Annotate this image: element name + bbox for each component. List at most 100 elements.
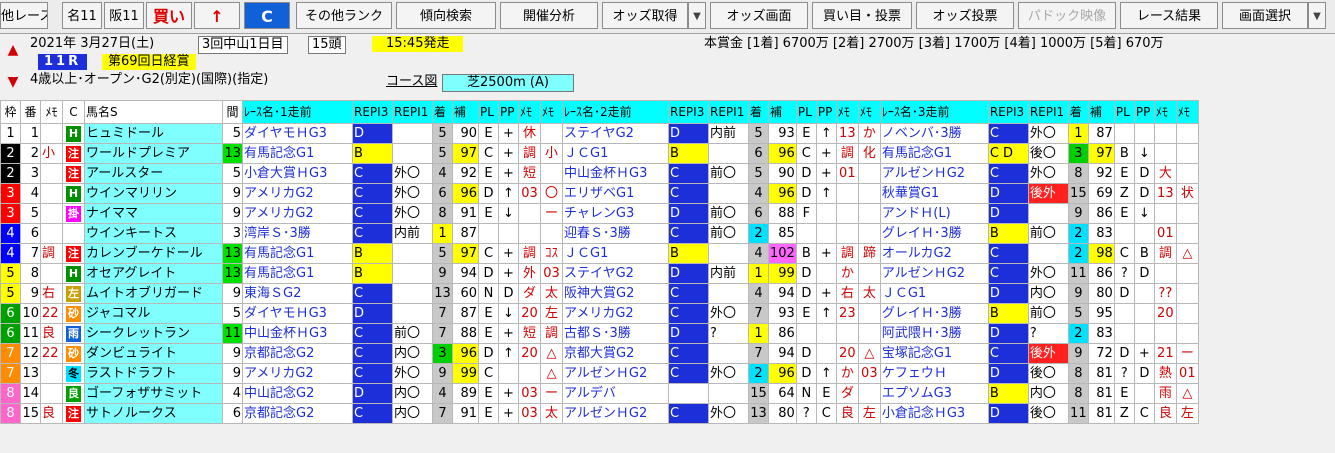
finish-cell-2[interactable]: 2 (748, 363, 769, 384)
memo-b-cell-1[interactable] (540, 163, 563, 184)
pl-cell-3[interactable]: Z (1113, 403, 1135, 424)
waku-cell[interactable]: 7 (0, 343, 21, 364)
hosei-cell-3[interactable]: 86 (1087, 203, 1115, 224)
pl-cell-2[interactable]: D (795, 183, 817, 204)
memo-b-cell-2[interactable] (857, 383, 881, 404)
horse-name-cell[interactable]: ゴーフォザサミット (84, 383, 223, 404)
waku-cell[interactable]: 5 (0, 283, 21, 304)
repi1-cell-2[interactable]: 内前 (708, 123, 749, 144)
col-race3[interactable]: ﾚｰｽ名･3走前 (879, 100, 989, 124)
odds-vote-button[interactable]: オッズ投票 (916, 2, 1014, 29)
col-horse-name[interactable]: 馬名S (84, 100, 223, 124)
repi3-cell-2[interactable]: C (668, 363, 709, 384)
pl-cell-3[interactable]: Z (1113, 183, 1135, 204)
memo-b-cell-1[interactable] (540, 123, 563, 144)
memo-a-cell-3[interactable]: 雨 (1153, 383, 1177, 404)
mark-cell[interactable]: 良 (62, 383, 85, 404)
repi1-cell-1[interactable]: 内〇 (392, 383, 433, 404)
memo-b-cell-3[interactable] (1175, 263, 1199, 284)
race-name-cell-2[interactable]: アメリカG2 (562, 303, 669, 324)
race-name-cell-2[interactable]: チャレンG3 (562, 203, 669, 224)
memo-b-cell-2[interactable]: 太 (857, 283, 881, 304)
repi1-cell-2[interactable]: 前〇 (708, 203, 749, 224)
finish-cell-2[interactable]: 5 (748, 123, 769, 144)
pp-cell-1[interactable]: + (498, 383, 519, 404)
memo-a-cell-3[interactable]: 21 (1153, 343, 1177, 364)
trend-search-button[interactable]: 傾向検索 (396, 2, 496, 29)
memo-a-cell-1[interactable] (518, 363, 541, 384)
memo-a-cell-3[interactable] (1153, 323, 1177, 344)
pl-cell-3[interactable] (1113, 303, 1135, 324)
race-name-cell-2[interactable]: ステイヤG2 (562, 123, 669, 144)
race-name-cell-3[interactable]: ノベンバ･3勝 (879, 123, 989, 144)
memo-cell[interactable] (40, 363, 63, 384)
hosei-cell-2[interactable]: 80 (768, 403, 797, 424)
hosei-cell-2[interactable]: 93 (768, 123, 797, 144)
memo-b-cell-2[interactable] (857, 203, 881, 224)
finish-cell-1[interactable]: 1 (432, 223, 453, 244)
memo-cell[interactable]: 調 (40, 243, 63, 264)
pp-cell-2[interactable]: ↑ (815, 363, 837, 384)
pp-cell-3[interactable]: D (1133, 183, 1155, 204)
table-row[interactable]: 8 15 良注サトノルークス 6 京都記念G2 C 内〇 7 91 E +03 太アルゼンＨG2 C 外〇… (0, 403, 1199, 424)
memo-b-cell-1[interactable]: △ (540, 363, 563, 384)
race-name-cell-2[interactable]: アルゼンＨG2 (562, 363, 669, 384)
horse-name-cell[interactable]: アールスター (84, 163, 223, 184)
race-name-cell-3[interactable]: アンドＨ(L) (879, 203, 989, 224)
repi3-cell-1[interactable]: C (352, 203, 393, 224)
memo-b-cell-2[interactable] (857, 183, 881, 204)
repi3-cell-3[interactable]: C (987, 263, 1029, 284)
number-cell[interactable]: 15 (20, 403, 41, 424)
finish-cell-2[interactable]: 4 (748, 243, 769, 264)
waku-cell[interactable]: 8 (0, 403, 21, 424)
repi1-cell-2[interactable] (708, 383, 749, 404)
repi3-cell-2[interactable]: C (668, 343, 709, 364)
repi3-cell-3[interactable]: D (987, 203, 1029, 224)
race-name-cell-1[interactable]: ダイヤモＨG3 (242, 123, 353, 144)
pl-cell-1[interactable]: C (478, 143, 499, 164)
repi3-cell-1[interactable]: C (352, 183, 393, 204)
memo-cell[interactable] (40, 163, 63, 184)
interval-cell[interactable]: 9 (222, 203, 243, 224)
col-pp-1[interactable]: PP (498, 100, 519, 124)
finish-cell-2[interactable]: 6 (748, 143, 769, 164)
memo-a-cell-3[interactable]: 大 (1153, 163, 1177, 184)
finish-cell-1[interactable]: 9 (432, 363, 453, 384)
pp-cell-1[interactable]: + (498, 263, 519, 284)
memo-a-cell-1[interactable]: 20 (518, 343, 541, 364)
repi1-cell-3[interactable]: 後〇 (1027, 363, 1069, 384)
mark-cell[interactable]: 掛 (62, 203, 85, 224)
memo-b-cell-1[interactable]: ー (540, 203, 563, 224)
interval-cell[interactable]: 6 (222, 403, 243, 424)
hosei-cell-1[interactable]: 90 (452, 123, 479, 144)
table-row[interactable]: 5 8 H オセアグレイト 13 有馬記念G1 B 9 94 D + 外 03 ステイヤG2 D 内前 1 99 D… (0, 263, 1199, 284)
repi3-cell-1[interactable]: B (352, 263, 393, 284)
col-ban[interactable]: 番 (20, 100, 41, 124)
repi1-cell-1[interactable]: 内〇 (392, 343, 433, 364)
waku-cell[interactable]: 7 (0, 363, 21, 384)
col-race1[interactable]: ﾚｰｽ名･1走前 (242, 100, 353, 124)
memo-a-cell-1[interactable]: 03 (518, 183, 541, 204)
table-row[interactable]: 6 10 22 砂ジャコマル 5 ダイヤモＨG3 D 7 87 E ↓ 20 左アメリカG2 C 外〇 7 93… (0, 303, 1199, 324)
interval-cell[interactable]: 3 (222, 223, 243, 244)
screen-select-dropdown-icon[interactable]: ▼ (1308, 2, 1326, 29)
memo-a-cell-2[interactable]: 調 (835, 143, 859, 164)
memo-a-cell-1[interactable]: 03 (518, 403, 541, 424)
pp-cell-1[interactable]: + (498, 143, 519, 164)
horse-name-cell[interactable]: オセアグレイト (84, 263, 223, 284)
memo-b-cell-2[interactable]: 化 (857, 143, 881, 164)
number-cell[interactable]: 10 (20, 303, 41, 324)
memo-b-cell-1[interactable]: 小 (540, 143, 563, 164)
repi1-cell-3[interactable]: 後外 (1027, 183, 1069, 204)
hosei-cell-1[interactable]: 87 (452, 223, 479, 244)
repi3-cell-1[interactable]: C (352, 223, 393, 244)
memo-b-cell-1[interactable]: 左 (540, 303, 563, 324)
hosei-cell-3[interactable]: 83 (1087, 323, 1115, 344)
repi1-cell-1[interactable] (392, 123, 433, 144)
pp-cell-3[interactable] (1133, 383, 1155, 404)
repi3-cell-1[interactable]: C (352, 363, 393, 384)
col-pl-3[interactable]: PL (1113, 100, 1135, 124)
repi3-cell-3[interactable]: B (987, 383, 1029, 404)
pp-cell-2[interactable]: + (815, 143, 837, 164)
pl-cell-2[interactable]: D (795, 263, 817, 284)
